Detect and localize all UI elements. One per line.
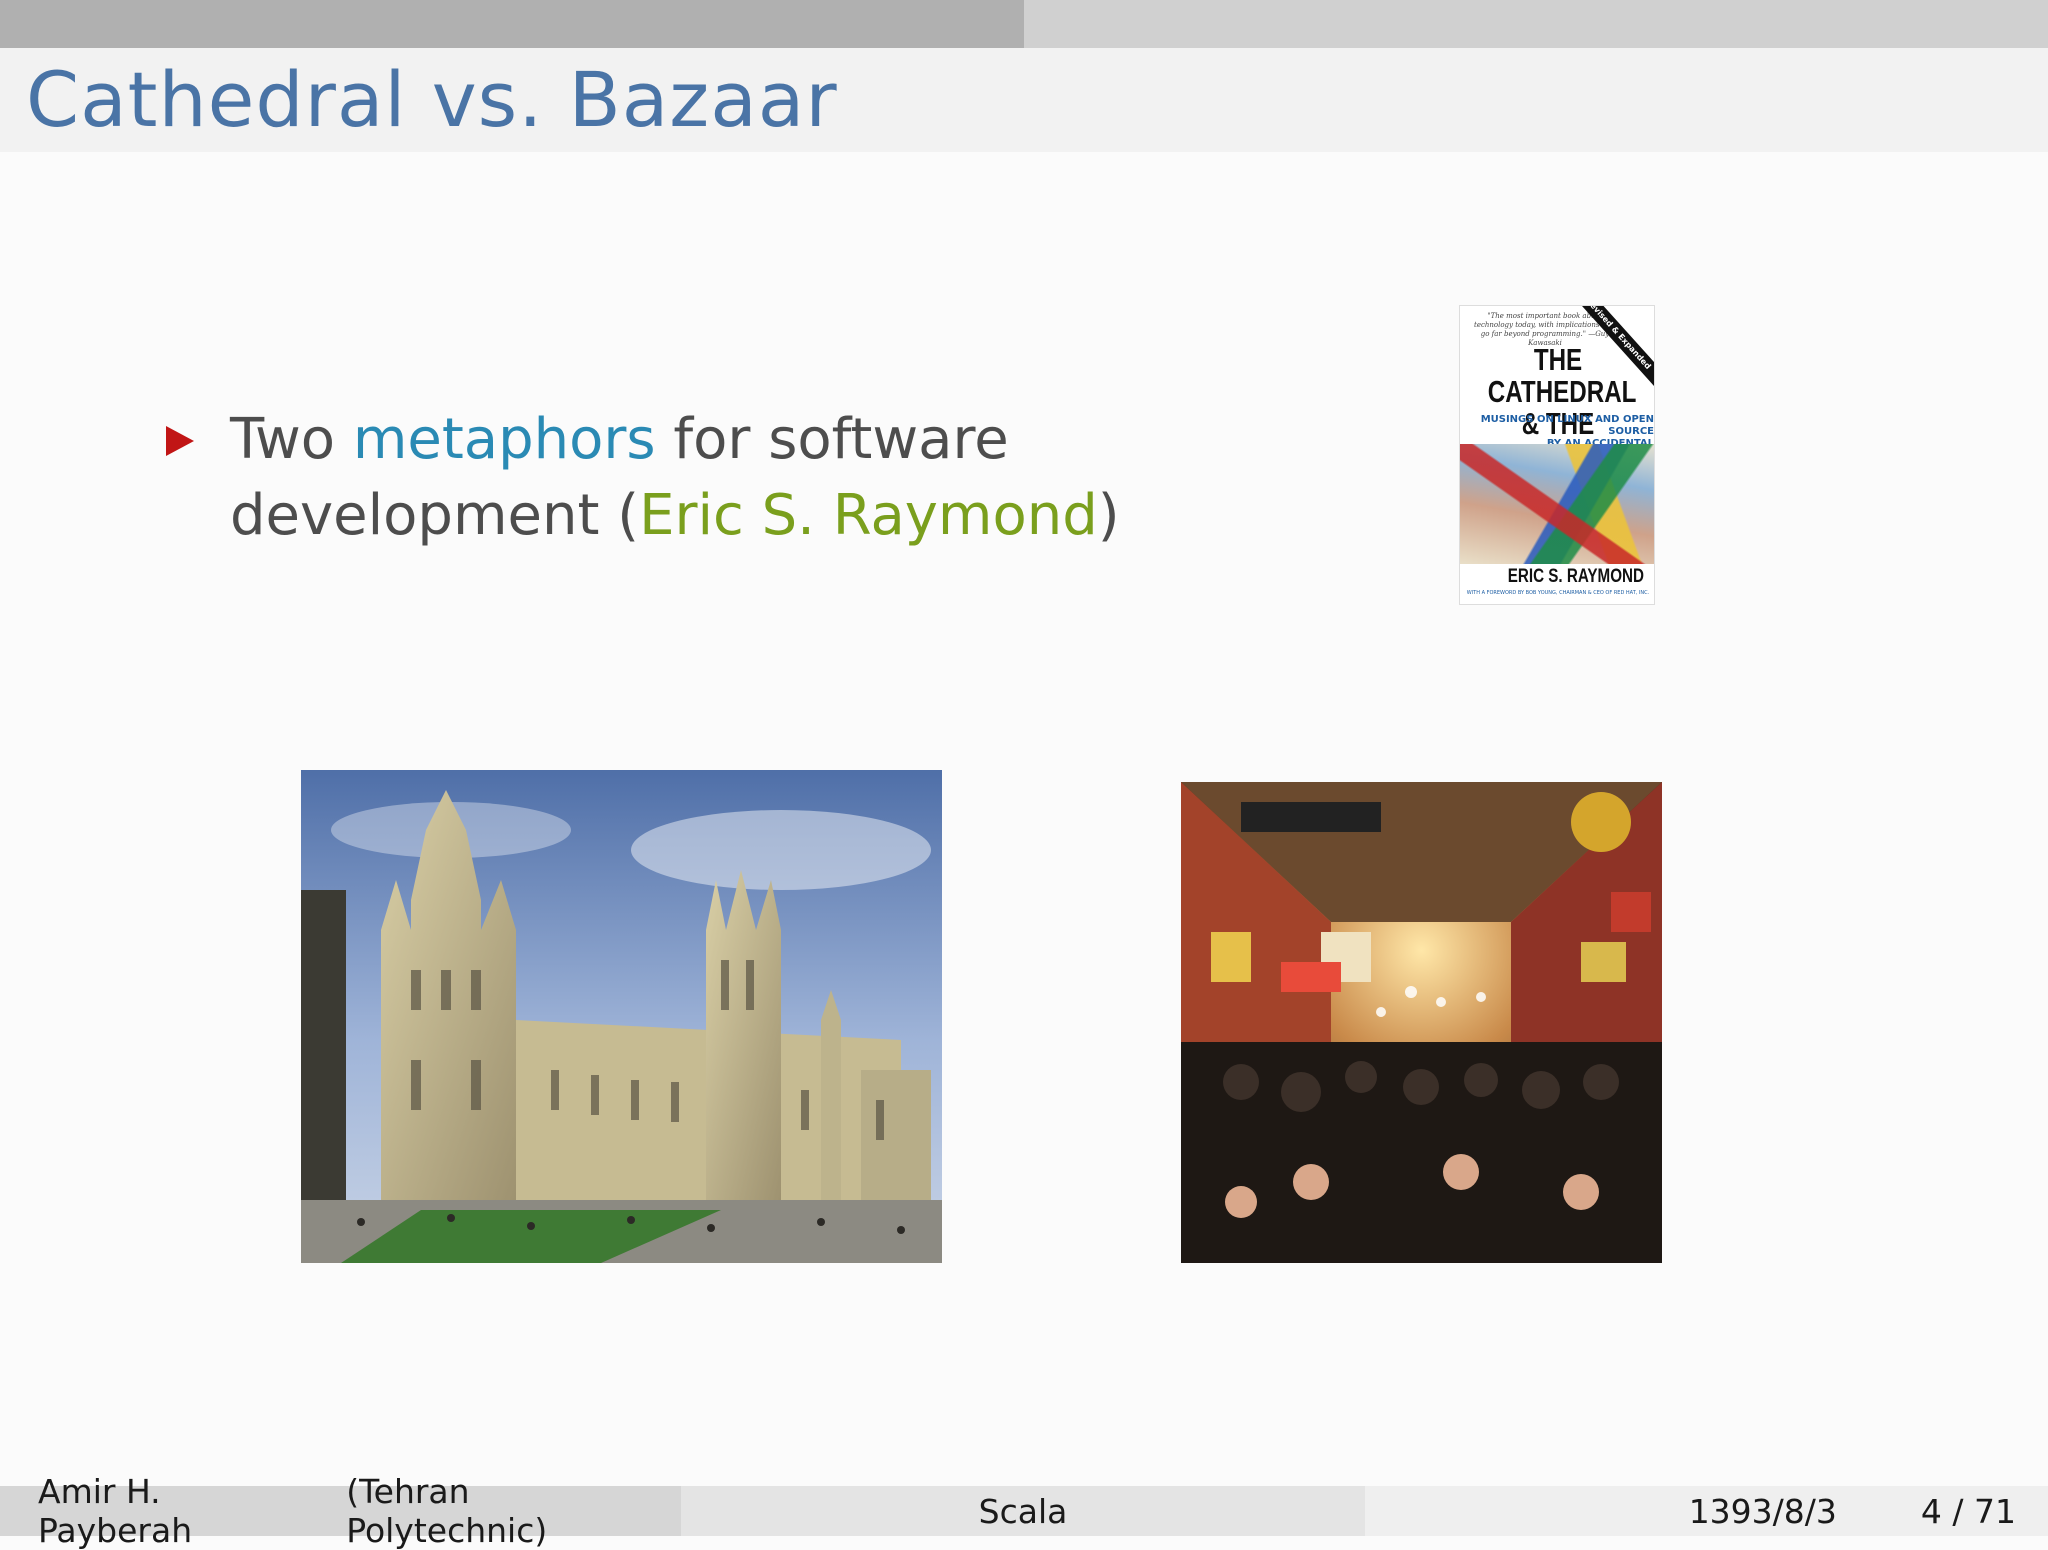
footer-institution: (Tehran Polytechnic) — [346, 1472, 548, 1550]
book-cover-art — [1460, 444, 1654, 564]
book-title-line1: THE CATHEDRAL — [1487, 342, 1637, 409]
bullet-triangle-icon — [166, 426, 194, 456]
highlight-metaphors: metaphors — [352, 407, 656, 472]
cathedral-photo — [301, 770, 942, 1263]
page-number: 4 / 71 — [1920, 1491, 2016, 1531]
bullet-text-part3: ) — [1097, 483, 1120, 548]
footer-author-section: Amir H. Payberah (Tehran Polytechnic) — [0, 1472, 681, 1550]
bullet-text-part1: Two — [230, 407, 353, 472]
progress-bar-fill — [0, 0, 1024, 48]
bullet-text: Two metaphors for software development (… — [230, 402, 1330, 554]
cathedral-illustration — [301, 770, 942, 1263]
footer: Amir H. Payberah (Tehran Polytechnic) Sc… — [0, 1472, 2048, 1550]
slide-title: Cathedral vs. Bazaar — [26, 55, 838, 144]
footer-topic: Scala — [978, 1491, 1068, 1531]
footer-author: Amir H. Payberah — [38, 1472, 193, 1550]
book-subtitle-line1: MUSINGS ON LINUX AND OPEN SOURCE — [1480, 414, 1654, 437]
highlight-author: Eric S. Raymond — [639, 483, 1098, 548]
bazaar-photo — [1181, 782, 1662, 1263]
book-foreword: WITH A FOREWORD BY BOB YOUNG, CHAIRMAN &… — [1466, 590, 1650, 596]
progress-bar — [0, 0, 2048, 48]
book-author: ERIC S. RAYMOND — [1507, 566, 1644, 587]
bazaar-illustration — [1181, 782, 1662, 1263]
footer-topic-section: Scala — [681, 1486, 1365, 1536]
progress-bar-track — [1024, 0, 2048, 48]
footer-date-section: 1393/8/3 4 / 71 — [1365, 1486, 2048, 1536]
book-cover-image: "The most important book about technolog… — [1460, 306, 1654, 604]
footer-date: 1393/8/3 — [1688, 1491, 1837, 1531]
